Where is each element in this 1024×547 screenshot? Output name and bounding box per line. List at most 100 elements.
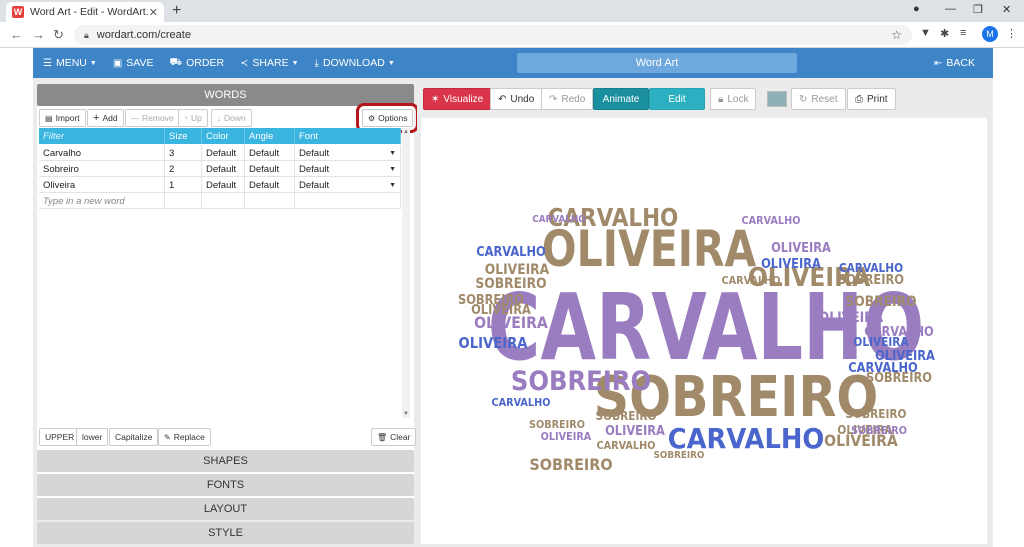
reading-list-icon[interactable]: ≡ <box>960 27 966 39</box>
new-word-input[interactable]: Type in a new word <box>39 193 165 209</box>
bookmark-star-icon[interactable]: ☆ <box>891 28 902 42</box>
puzzle-icon[interactable]: ✱ <box>940 27 949 40</box>
download-button[interactable]: ⤓ DOWNLOAD ▼ <box>307 48 403 78</box>
back-arrow-icon[interactable]: ← <box>10 27 23 42</box>
word-cell[interactable]: Sobreiro <box>39 161 165 177</box>
column-header-size[interactable]: Size <box>165 128 202 144</box>
filter-input[interactable]: Filter <box>39 128 165 144</box>
capitalize-button[interactable]: Capitalize <box>109 428 159 446</box>
scroll-down-icon[interactable]: ▼ <box>403 411 409 417</box>
uppercase-button[interactable]: UPPER <box>39 428 81 446</box>
word-cloud-word[interactable]: SOBREIRO <box>475 276 546 292</box>
artwork-title-field[interactable]: Word Art <box>517 53 797 73</box>
clear-button[interactable]: 🗑︎ Clear <box>371 428 417 446</box>
lowercase-button[interactable]: lower <box>76 428 109 446</box>
word-cell[interactable]: Carvalho <box>39 145 165 161</box>
word-cloud-word[interactable]: SOBREIRO <box>458 292 524 307</box>
url-bar[interactable]: 🔒︎ wordart.com/create ☆ <box>74 25 912 45</box>
word-cloud-word[interactable]: CARVALHO <box>476 244 546 259</box>
word-cloud-word[interactable]: OLIVEIRA <box>459 335 528 352</box>
background-color-swatch[interactable] <box>767 91 787 107</box>
remove-button[interactable]: — Remove <box>125 109 180 127</box>
column-header-angle[interactable]: Angle <box>245 128 295 144</box>
color-cell[interactable]: Default <box>202 145 245 161</box>
word-cloud-word[interactable]: OLIVEIRA <box>853 335 908 349</box>
word-cloud-word[interactable]: OLIVEIRA <box>771 240 831 255</box>
print-button[interactable]: ⎙ Print <box>847 88 896 110</box>
reload-icon[interactable]: ↻ <box>53 27 64 43</box>
word-cloud-word[interactable]: SOBREIRO <box>654 450 705 462</box>
table-row[interactable]: Carvalho 3 Default Default Default ▼ <box>39 145 401 161</box>
size-cell[interactable]: 3 <box>165 145 202 161</box>
edit-button[interactable]: Edit <box>649 88 705 110</box>
menu-button[interactable]: ☰ MENU ▼ <box>33 48 105 78</box>
dropdown-caret-icon[interactable]: ▼ <box>389 150 396 157</box>
minimize-icon[interactable]: — <box>945 3 956 15</box>
share-button[interactable]: ≺ SHARE ▼ <box>232 48 307 78</box>
word-cloud-word[interactable]: SOBREIRO <box>596 409 657 423</box>
font-cell[interactable]: Default ▼ <box>295 177 401 193</box>
word-cloud-word[interactable]: OLIVEIRA <box>875 348 935 363</box>
word-cell[interactable]: Oliveira <box>39 177 165 193</box>
font-cell[interactable]: Default ▼ <box>295 161 401 177</box>
style-section-header[interactable]: STYLE <box>37 522 414 544</box>
size-cell[interactable]: 1 <box>165 177 202 193</box>
profile-menu-icon[interactable]: ● <box>913 3 920 15</box>
back-button[interactable]: ⇤ BACK <box>926 48 983 78</box>
animate-button[interactable]: Animate <box>593 88 649 110</box>
column-header-font[interactable]: Font <box>295 128 401 144</box>
reset-button[interactable]: ↻ Reset <box>791 88 846 110</box>
forward-arrow-icon[interactable]: → <box>32 27 45 42</box>
layout-section-header[interactable]: LAYOUT <box>37 498 414 520</box>
empty-cell[interactable] <box>245 193 295 209</box>
table-scrollbar[interactable]: ▲ ▼ <box>402 128 410 418</box>
kebab-menu-icon[interactable]: ⋮ <box>1006 27 1017 40</box>
word-cloud-word[interactable]: OLIVEIRA <box>605 423 665 438</box>
visualize-button[interactable]: ✶ Visualize <box>423 88 492 110</box>
restore-icon[interactable]: ❐ <box>973 3 983 16</box>
fonts-section-header[interactable]: FONTS <box>37 474 414 496</box>
angle-cell[interactable]: Default <box>245 145 295 161</box>
table-row[interactable]: Oliveira 1 Default Default Default ▼ <box>39 177 401 193</box>
extension-icon[interactable]: ▼ <box>920 27 931 39</box>
save-button[interactable]: ▣ SAVE <box>105 48 162 78</box>
word-cloud-word[interactable]: CARVALHO <box>839 261 904 275</box>
word-cloud-word[interactable]: SOBREIRO <box>511 366 651 398</box>
word-cloud-canvas[interactable]: CARVALHO SOBREIRO OLIVEIRA SOBREIRO CARVALHO… <box>421 118 987 544</box>
word-cloud-word[interactable]: CARVALHO <box>597 439 656 452</box>
word-cloud-word[interactable]: SOBREIRO <box>846 407 907 421</box>
word-cloud-word[interactable]: CARVALHO <box>722 274 781 287</box>
angle-cell[interactable]: Default <box>245 161 295 177</box>
table-row[interactable]: Sobreiro 2 Default Default Default ▼ <box>39 161 401 177</box>
dropdown-caret-icon[interactable]: ▼ <box>389 166 396 173</box>
options-button[interactable]: ⚙ Options <box>355 103 420 133</box>
word-cloud-word[interactable]: OLIVEIRA <box>761 256 821 271</box>
shapes-section-header[interactable]: SHAPES <box>37 450 414 472</box>
avatar[interactable]: M <box>982 26 998 42</box>
lock-button[interactable]: 🔒︎ Lock <box>710 88 757 110</box>
replace-button[interactable]: ✎ Replace <box>158 428 211 446</box>
word-cloud-word[interactable]: CARVALHO <box>532 214 585 226</box>
empty-cell[interactable] <box>165 193 202 209</box>
angle-cell[interactable]: Default <box>245 177 295 193</box>
word-cloud-word[interactable]: SOBREIRO <box>845 294 916 310</box>
size-cell[interactable]: 2 <box>165 161 202 177</box>
word-cloud-word[interactable]: CARVALHO <box>492 396 551 409</box>
add-button[interactable]: + Add <box>87 109 124 127</box>
browser-tab[interactable]: W Word Art - Edit - WordArt.com ✕ <box>6 2 164 22</box>
order-button[interactable]: ⛟ ORDER <box>162 48 233 78</box>
empty-cell[interactable] <box>202 193 245 209</box>
new-word-row[interactable]: Type in a new word <box>39 193 401 209</box>
down-button[interactable]: ↓ Down <box>211 109 252 127</box>
dropdown-caret-icon[interactable]: ▼ <box>389 182 396 189</box>
import-button[interactable]: ▤ Import <box>39 109 86 127</box>
word-cloud-word[interactable]: CARVALHO <box>742 214 801 227</box>
font-cell[interactable]: Default ▼ <box>295 145 401 161</box>
scroll-up-icon[interactable]: ▲ <box>403 129 409 135</box>
undo-button[interactable]: ↶ Undo <box>490 88 543 110</box>
new-tab-icon[interactable]: + <box>172 2 181 20</box>
empty-cell[interactable] <box>295 193 401 209</box>
words-section-header[interactable]: WORDS <box>37 84 414 106</box>
word-cloud-word[interactable]: SOBREIRO <box>529 418 585 431</box>
word-cloud-word[interactable]: OLIVEIRA <box>541 430 592 443</box>
